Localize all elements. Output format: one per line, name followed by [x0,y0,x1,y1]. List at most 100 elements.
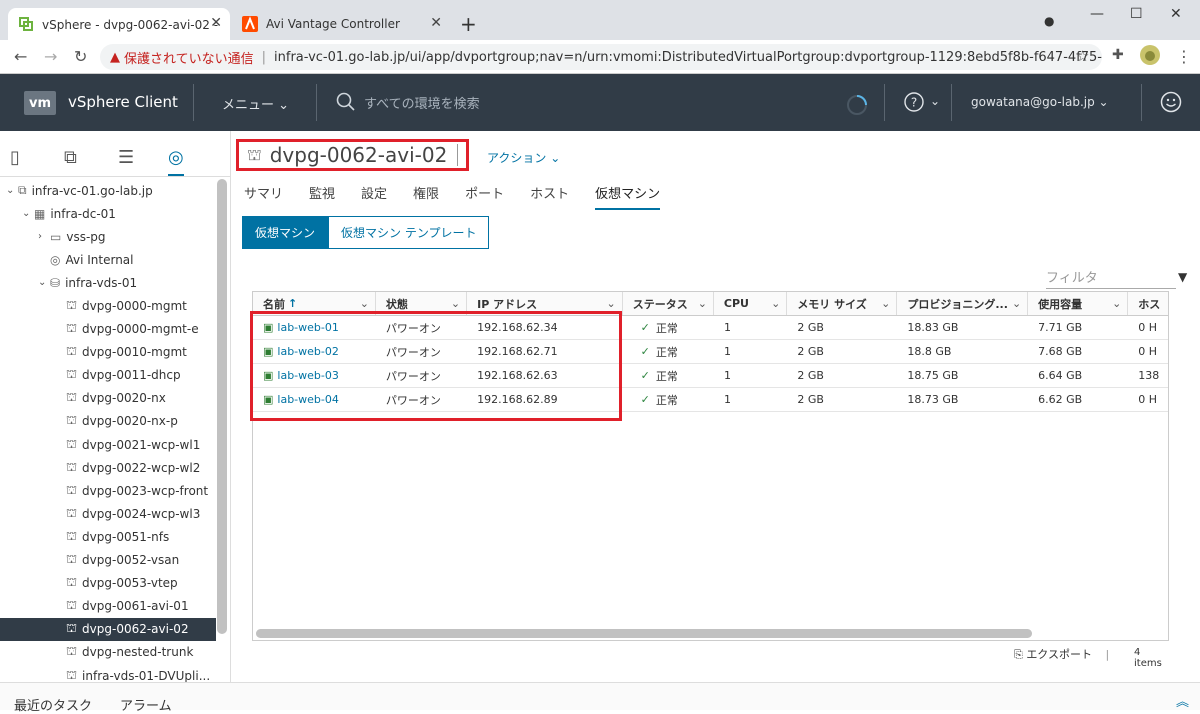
tree-node[interactable]: ⛫ infra-vds-01-DVUpli... [0,664,216,682]
tree-node[interactable]: ⛫ dvpg-0051-nfs [0,525,216,548]
actions-menu[interactable]: アクション ⌄ [487,149,560,166]
check-icon: ✓ [640,345,650,358]
tab-permissions[interactable]: 権限 [413,183,439,210]
tree-node[interactable]: ⛫ dvpg-0062-avi-02 [0,617,216,641]
tab-vms[interactable]: 仮想マシン [595,183,661,210]
column-label: CPU [723,297,749,310]
omnibox[interactable]: ▲ 保護されていない通信 | infra-vc-01.go-lab.jp/ui/… [100,44,1102,70]
close-tab-icon[interactable]: ✕ [210,15,222,31]
tree-node[interactable]: ⛫ dvpg-0023-wcp-front [0,479,216,502]
chevron-down-icon: ⌄ [550,151,561,165]
close-window-button[interactable]: ✕ [1170,6,1182,22]
column-header-host[interactable]: ホス [1128,292,1168,315]
grid-horizontal-scrollbar[interactable] [256,629,1032,638]
tree-toggle-icon[interactable]: ⌄ [6,185,18,196]
back-button[interactable]: ← [14,47,27,66]
tab-monitor[interactable]: 監視 [309,183,335,210]
profile-avatar[interactable] [1140,45,1160,69]
tree-node[interactable]: ⛫ dvpg-0024-wcp-wl3 [0,502,216,525]
cell-mem: 2 GB [797,345,824,358]
tree-node[interactable]: ⛫ dvpg-0020-nx [0,387,216,410]
user-menu[interactable]: gowatana@go-lab.jp ⌄ [971,95,1109,109]
tab-recent-tasks[interactable]: 最近のタスク [14,695,92,714]
tab-hosts[interactable]: ホスト [530,183,569,210]
portgroup-icon: ⛫ [66,390,78,405]
expand-panel-icon[interactable]: ︽ [1176,691,1189,710]
bookmark-star-icon[interactable]: ☆ [1076,47,1089,65]
tree-node[interactable]: ⛫ dvpg-0010-mgmt [0,341,216,364]
profile-dropdown-icon[interactable]: ● [1044,14,1054,28]
column-header-provisioned[interactable]: プロビジョニング... ⌄ [897,292,1029,315]
minimize-button[interactable]: — [1090,6,1104,22]
tree-toggle-icon[interactable]: ⌄ [38,277,50,288]
export-button[interactable]: ⎘ エクスポート | [1014,646,1109,662]
cell-status: ✓ 正常 [623,316,714,339]
menu-button[interactable]: メニュー ⌄ [222,94,289,113]
tree-node[interactable]: ⛫ dvpg-nested-trunk [0,641,216,664]
storage-view-icon[interactable]: ☰ [118,147,134,168]
tree-node[interactable]: ⌄ ▦ infra-dc-01 [0,202,216,225]
subtab-vm-templates[interactable]: 仮想マシン テンプレート [328,216,490,249]
tree-node[interactable]: ⌄ ⛁ infra-vds-01 [0,271,216,294]
networking-view-icon[interactable]: ◎ [168,147,184,176]
address-bar-row: ← → ↻ ▲ 保護されていない通信 | infra-vc-01.go-lab.… [0,40,1200,74]
column-header-memory[interactable]: メモリ サイズ ⌄ [787,292,898,315]
security-label: 保護されていない通信 [124,51,254,67]
feedback-smiley-icon[interactable] [1160,91,1182,116]
portgroup-icon: ⛫ [66,436,78,451]
browser-menu-icon[interactable]: ⋮ [1176,47,1192,66]
tree-node[interactable]: ⛫ dvpg-0053-vtep [0,572,216,595]
filter-funnel-icon[interactable]: ▼ [1178,270,1187,284]
status-text: 正常 [655,393,678,407]
chevron-down-icon[interactable]: ⌄ [930,94,940,108]
tree-node[interactable]: ⛫ dvpg-0020-nx-p [0,410,216,433]
browser-tab-avi[interactable]: Avi Vantage Controller ✕ [232,8,450,40]
tree-node[interactable]: ⌄ ⧉ infra-vc-01.go-lab.jp [0,179,216,202]
actions-label: アクション [487,151,547,165]
portgroup-icon: ⛫ [66,598,78,613]
filter-input[interactable]: フィルタ [1046,267,1176,289]
help-icon[interactable]: ? [904,92,924,116]
extensions-icon[interactable]: ✚ [1112,47,1124,63]
tab-summary[interactable]: サマリ [244,183,283,210]
sidebar-scrollbar[interactable] [217,179,227,634]
status-text: 正常 [655,345,678,359]
highlight-box [250,311,622,421]
tree-node[interactable]: ⛫ dvpg-0021-wcp-wl1 [0,433,216,456]
tree-node[interactable]: ⛫ dvpg-0000-mgmt [0,294,216,317]
cell-prov: 18.83 GB [907,321,959,334]
portgroup-icon: ⛫ [66,482,78,497]
column-header-cpu[interactable]: CPU ⌄ [714,292,788,315]
vms-templates-view-icon[interactable]: ⧉ [64,147,77,168]
header-divider [1141,84,1142,121]
reload-button[interactable]: ↻ [74,47,87,66]
maximize-button[interactable]: ☐ [1130,6,1143,22]
tree-node[interactable]: ◎ Avi Internal [0,248,216,271]
tree-node[interactable]: ⛫ dvpg-0000-mgmt-e [0,318,216,341]
tree-node[interactable]: ⛫ dvpg-0022-wcp-wl2 [0,456,216,479]
tree-toggle-icon[interactable]: ⌄ [22,208,34,219]
column-header-status[interactable]: ステータス ⌄ [623,292,714,315]
column-header-used[interactable]: 使用容量 ⌄ [1028,292,1129,315]
tree-node[interactable]: › ▭ vss-pg [0,225,216,248]
tab-alarms[interactable]: アラーム [120,695,172,714]
export-icon: ⎘ [1014,648,1023,661]
tree-node[interactable]: ⛫ dvpg-0061-avi-01 [0,595,216,618]
global-search[interactable]: すべての環境を検索 [336,92,480,112]
subtab-vms[interactable]: 仮想マシン [242,216,329,249]
tree-toggle-icon[interactable]: › [38,231,50,242]
forward-button[interactable]: → [44,47,57,66]
tab-configure[interactable]: 設定 [361,183,387,210]
portgroup-icon: ⛫ [66,552,78,567]
hosts-clusters-view-icon[interactable]: ▯ [10,147,20,168]
close-tab-icon[interactable]: ✕ [430,15,442,31]
browser-tab-vsphere[interactable]: vSphere - dvpg-0062-avi-02 - 仮 ✕ [8,8,230,40]
tree-node[interactable]: ⛫ dvpg-0011-dhcp [0,364,216,387]
inventory-view-tabs: ▯ ⧉ ☰ ◎ [0,131,230,177]
tree-node[interactable]: ⛫ dvpg-0052-vsan [0,549,216,572]
new-tab-button[interactable]: + [460,12,477,36]
tab-ports[interactable]: ポート [465,183,504,210]
column-label: IP アドレス [477,297,538,311]
browser-tab-title: vSphere - dvpg-0062-avi-02 - 仮 [42,17,220,32]
tree-node-label: dvpg-0020-nx [82,391,166,406]
